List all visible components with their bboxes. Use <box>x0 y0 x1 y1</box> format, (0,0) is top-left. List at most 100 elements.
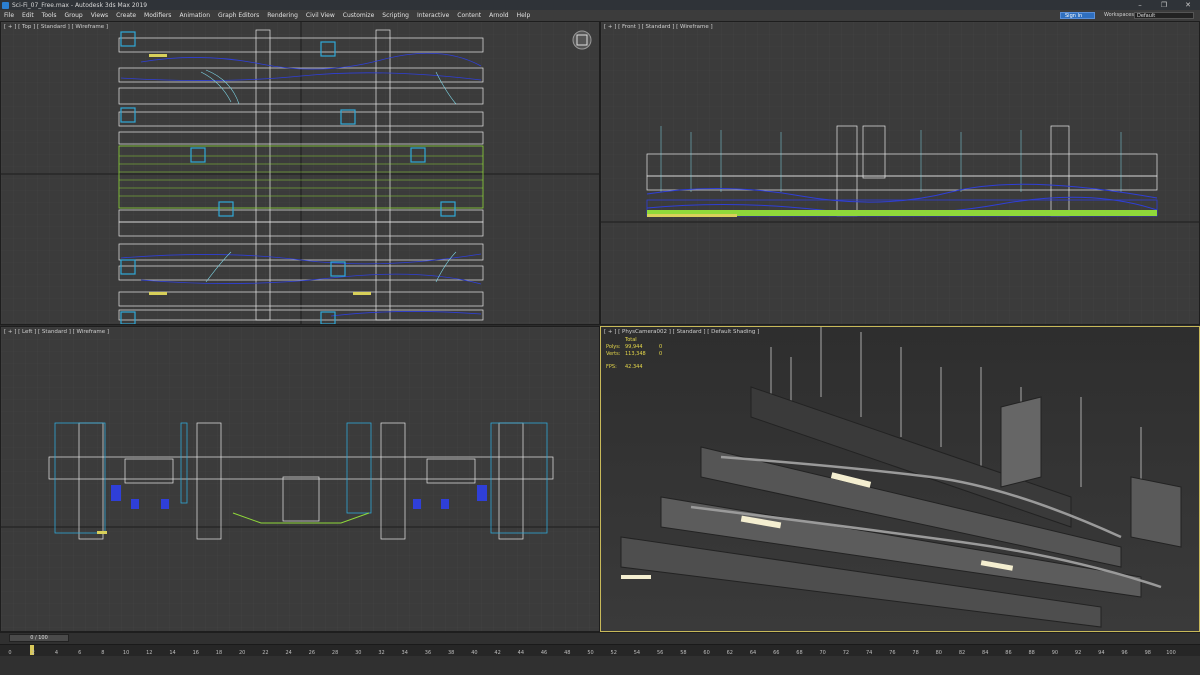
timeline-tick-label: 96 <box>1121 650 1128 656</box>
viewport-label-top[interactable]: [ + ] [ Top ] [ Standard ] [ Wireframe ] <box>4 24 108 30</box>
timeline-tick-label: 58 <box>680 650 687 656</box>
restore-icon[interactable]: ❐ <box>1152 0 1176 10</box>
timeline-tick-label: 82 <box>958 650 966 656</box>
left-wireframe-drawing <box>1 327 599 631</box>
camera-shaded-render <box>601 327 1199 631</box>
stats-polys-selected: 0 <box>659 344 663 350</box>
timeline-tick-label: 48 <box>564 650 571 656</box>
menu-modifiers[interactable]: Modifiers <box>140 12 175 19</box>
timeline-tick-label: 6 <box>78 650 82 656</box>
timeline-tick-label: 44 <box>517 650 525 656</box>
timeline-tick-label: 14 <box>169 650 176 656</box>
viewport-label-front[interactable]: [ + ] [ Front ] [ Standard ] [ Wireframe… <box>604 24 713 30</box>
front-wireframe-drawing <box>601 22 1199 324</box>
menu-tools[interactable]: Tools <box>38 12 61 19</box>
timeline-tick-label: 94 <box>1098 650 1105 656</box>
timeline-tick-label: 46 <box>540 650 548 656</box>
menu-bar: File Edit Tools Group Views Create Modif… <box>0 10 1200 21</box>
stats-fps-label: FPS: <box>606 364 617 370</box>
menu-file[interactable]: File <box>0 12 18 19</box>
timeline-tick-label: 8 <box>101 650 105 656</box>
window-title: Sci-Fi_07_Free.max - Autodesk 3ds Max 20… <box>12 1 148 9</box>
title-bar: Sci-Fi_07_Free.max - Autodesk 3ds Max 20… <box>0 0 1200 10</box>
stats-overlay: Total Polys: 99,944 0 Verts: 113,348 0 F… <box>606 337 662 371</box>
timeline-tick-label: 40 <box>471 650 478 656</box>
menu-help[interactable]: Help <box>513 12 535 19</box>
viewport-left[interactable]: [ + ] [ Left ] [ Standard ] [ Wireframe … <box>0 326 600 632</box>
timeline-tick-label: 38 <box>447 650 455 656</box>
sign-in-button[interactable]: Sign In <box>1060 12 1095 19</box>
timeline-tick-label: 60 <box>703 650 710 656</box>
timeline-tick-label: 86 <box>1005 650 1012 656</box>
timeline-tick-label: 68 <box>796 650 803 656</box>
menu-interactive[interactable]: Interactive <box>413 12 453 19</box>
timeline-tick-label: 54 <box>633 650 641 656</box>
timeline-tick-label: 88 <box>1028 650 1035 656</box>
viewport-front[interactable]: [ + ] [ Front ] [ Standard ] [ Wireframe… <box>600 21 1200 325</box>
timeline-tick-label: 64 <box>749 650 757 656</box>
timeline-tick-label: 18 <box>215 650 223 656</box>
timeline-tick-label: 50 <box>587 650 594 656</box>
menu-rendering[interactable]: Rendering <box>263 12 302 19</box>
timeline-tick-label: 62 <box>726 650 733 656</box>
menu-scripting[interactable]: Scripting <box>378 12 413 19</box>
timeline-tick-label: 80 <box>935 650 942 656</box>
menu-customize[interactable]: Customize <box>339 12 379 19</box>
timeline-tick-label: 2 <box>31 650 35 656</box>
timeline-tick-label: 84 <box>982 650 989 656</box>
timeline-tick-label: 98 <box>1144 650 1151 656</box>
timeline-tick-label: 42 <box>494 650 501 656</box>
timeline-tick-label: 26 <box>308 650 316 656</box>
menu-arnold[interactable]: Arnold <box>485 12 512 19</box>
timeline-tick-label: 20 <box>239 650 246 656</box>
workspaces-label: Workspaces: <box>1104 12 1136 18</box>
timeline-tick-label: 28 <box>331 650 339 656</box>
timeline-tick-label: 36 <box>424 650 432 656</box>
timeline-tick-label: 30 <box>355 650 362 656</box>
timeline-tick-label: 70 <box>819 650 826 656</box>
viewport-label-camera[interactable]: [ + ] [ PhysCamera002 ] [ Standard ] [ D… <box>604 329 759 335</box>
timeline-tick-label: 24 <box>285 650 292 656</box>
minimize-icon[interactable]: – <box>1128 0 1152 10</box>
timeline-tick-label: 90 <box>1051 650 1059 656</box>
menu-group[interactable]: Group <box>60 12 86 19</box>
timeline-tick-label: 22 <box>262 650 269 656</box>
stats-verts-total: 113,348 <box>625 351 646 357</box>
viewport-camera[interactable]: [ + ] [ PhysCamera002 ] [ Standard ] [ D… <box>600 326 1200 632</box>
timeline-tick-label: 100 <box>1166 650 1176 656</box>
menu-views[interactable]: Views <box>87 12 112 19</box>
menu-edit[interactable]: Edit <box>18 12 38 19</box>
close-icon[interactable]: ✕ <box>1176 0 1200 10</box>
stats-polys-total: 99,944 <box>625 344 643 350</box>
timeline-tick-label: 52 <box>610 650 617 656</box>
timeline-tick-label: 16 <box>192 650 199 656</box>
timeline-tick-label: 76 <box>889 650 896 656</box>
menu-animation[interactable]: Animation <box>175 12 214 19</box>
timeline-tick-label: 12 <box>146 650 153 656</box>
stats-verts-label: Verts: <box>606 351 621 357</box>
top-wireframe-drawing <box>1 22 599 324</box>
timeline-tick-label: 56 <box>656 650 664 656</box>
stats-fps-value: 42.344 <box>625 364 643 370</box>
timeline-tick-label: 0 <box>8 650 12 656</box>
app-logo-icon <box>2 1 9 9</box>
timeline-tick-label: 74 <box>865 650 873 656</box>
workspace-select[interactable]: Default <box>1134 12 1194 19</box>
timeline-tick-label: 4 <box>54 650 59 656</box>
stats-polys-label: Polys: <box>606 344 621 350</box>
timeline-tick-label: 66 <box>773 650 780 656</box>
menu-content[interactable]: Content <box>453 12 485 19</box>
timeline-tick-label: 32 <box>378 650 385 656</box>
menu-create[interactable]: Create <box>112 12 140 19</box>
viewport-label-left[interactable]: [ + ] [ Left ] [ Standard ] [ Wireframe … <box>4 329 109 335</box>
viewport-top[interactable]: [ + ] [ Top ] [ Standard ] [ Wireframe ] <box>0 21 600 325</box>
time-slider[interactable]: 0 / 100 <box>9 634 69 642</box>
timeline-tick-label: 92 <box>1074 650 1082 656</box>
timeline-tick-label: 34 <box>401 650 408 656</box>
track-bar[interactable] <box>0 644 1200 656</box>
stats-total-header: Total <box>625 337 637 343</box>
timeline-tick-label: 10 <box>122 650 130 656</box>
timeline-tick-label: 78 <box>912 650 919 656</box>
menu-civil-view[interactable]: Civil View <box>302 12 339 19</box>
menu-graph-editors[interactable]: Graph Editors <box>214 12 263 19</box>
